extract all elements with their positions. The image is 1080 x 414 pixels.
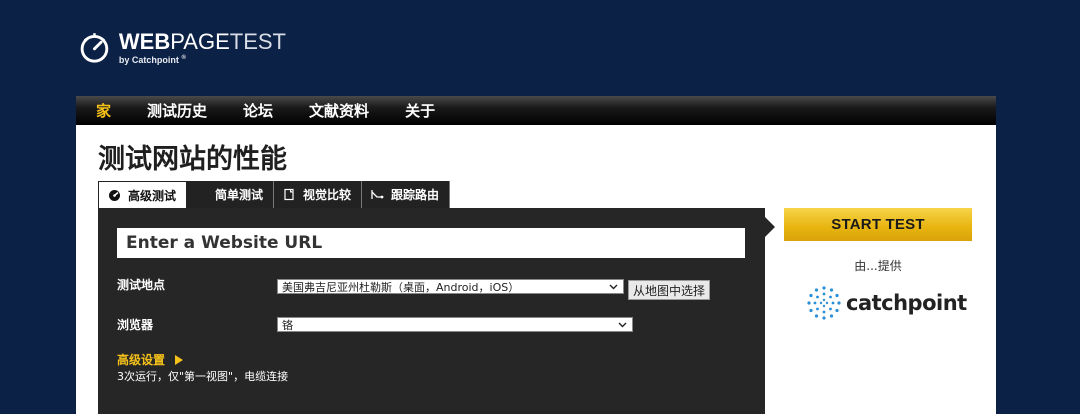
advanced-settings-toggle[interactable]: 高级设置 [117, 351, 184, 368]
nav-item-docs[interactable]: 文献资料 [309, 100, 369, 121]
catchpoint-dots-icon [807, 286, 841, 320]
nav-item-about[interactable]: 关于 [405, 100, 435, 121]
catchpoint-logo[interactable]: catchpoint [806, 285, 967, 321]
test-type-tabs: 高级测试 简单测试 视觉比较 跟踪路由 [98, 181, 451, 208]
provided-by-label: 由...提供 [854, 259, 902, 273]
route-icon [370, 188, 384, 202]
location-label: 测试地点 [117, 278, 166, 292]
webpagetest-logo[interactable]: WEBPAGETEST by Catchpoint ® [76, 16, 286, 80]
logo-word-test: TEST [229, 29, 286, 54]
browser-label: 浏览器 [117, 318, 154, 332]
page-title: 测试网站的性能 [98, 144, 287, 175]
browser-select[interactable]: 铬 [277, 317, 633, 332]
test-form-panel: 测试地点 美国弗吉尼亚州杜勒斯（桌面，Android，iOS） 从地图中选择 浏… [98, 208, 765, 414]
nav-item-forums[interactable]: 论坛 [243, 100, 273, 121]
tab-traceroute-label: 跟踪路由 [391, 188, 440, 202]
logo-registered: ® [181, 55, 186, 61]
tab-simple-test[interactable]: 简单测试 [187, 181, 275, 208]
location-select[interactable]: 美国弗吉尼亚州杜勒斯（桌面，Android，iOS） [277, 279, 624, 294]
location-value: 美国弗吉尼亚州杜勒斯（桌面，Android，iOS） [282, 280, 520, 294]
logo-word-page: PAGE [170, 29, 230, 54]
nav-item-test-history[interactable]: 测试历史 [147, 100, 207, 121]
main-content: 测试网站的性能 高级测试 简单测试 视觉比较 跟踪路由 测试地点 美国 [76, 125, 996, 414]
tab-simple-label: 简单测试 [215, 188, 264, 202]
main-nav: 家 测试历史 论坛 文献资料 关于 [76, 96, 996, 125]
start-test-button[interactable]: START TEST [784, 208, 972, 241]
gauge-icon [107, 188, 121, 202]
logo-word-web: WEB [118, 29, 171, 54]
panel-pointer-arrow [765, 217, 775, 237]
nav-item-home[interactable]: 家 [96, 100, 111, 121]
tab-visual-label: 视觉比较 [303, 188, 352, 202]
browser-value: 铬 [282, 318, 293, 332]
tab-advanced-label: 高级测试 [128, 188, 177, 203]
select-from-map-button[interactable]: 从地图中选择 [628, 280, 710, 300]
gauge-logo-icon [80, 33, 109, 63]
tab-advanced-test[interactable]: 高级测试 [98, 181, 188, 208]
url-input[interactable] [117, 228, 745, 258]
triangle-right-icon [175, 354, 184, 365]
logo-byline: by Catchpoint [118, 55, 179, 65]
chevron-down-icon [618, 322, 627, 328]
catchpoint-wordmark: catchpoint [846, 291, 967, 315]
advanced-settings-label: 高级设置 [117, 353, 166, 367]
tab-visual-comparison[interactable]: 视觉比较 [274, 181, 363, 208]
tab-traceroute[interactable]: 跟踪路由 [362, 181, 451, 208]
logo-wordmark: WEBPAGETEST by Catchpoint ® [118, 29, 286, 66]
document-compare-icon [282, 188, 296, 202]
advanced-settings-summary: 3次运行，仅"第一视图"，电缆连接 [117, 370, 289, 383]
chevron-down-icon [609, 284, 618, 290]
